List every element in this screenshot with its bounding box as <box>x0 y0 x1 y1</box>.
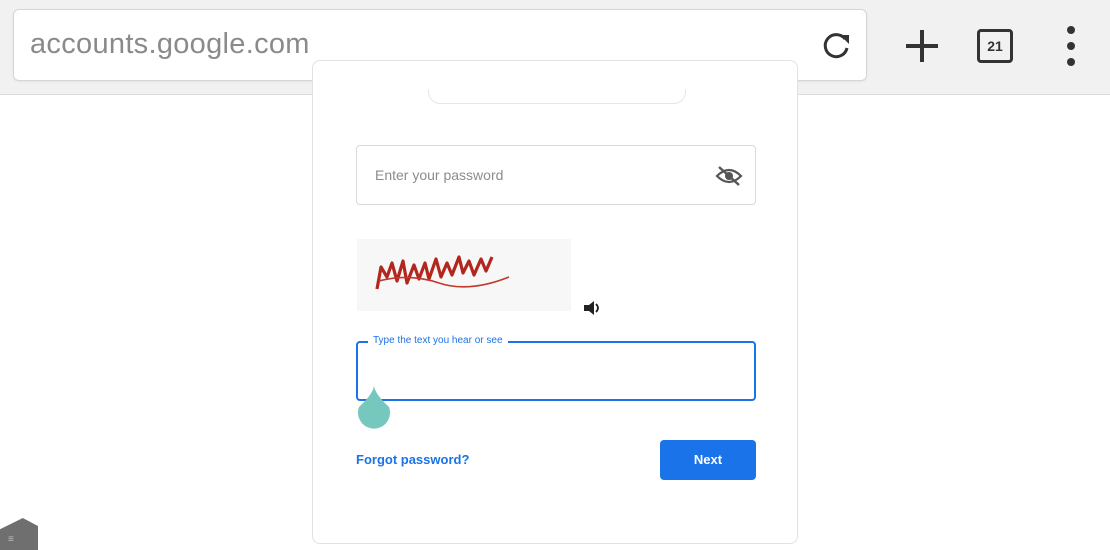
plus-icon[interactable] <box>902 26 942 66</box>
forgot-password-link[interactable]: Forgot password? <box>356 452 469 467</box>
account-chip[interactable] <box>428 89 686 104</box>
address-url[interactable]: accounts.google.com <box>30 28 310 61</box>
captcha-label: Type the text you hear or see <box>368 335 508 346</box>
tab-count: 21 <box>977 29 1013 63</box>
grip-icon: ≡ <box>8 534 14 545</box>
touch-indicator-icon <box>358 385 390 429</box>
signin-card: Enter your password Type the text you he… <box>312 60 798 544</box>
visibility-off-icon[interactable] <box>715 164 743 188</box>
reload-icon[interactable] <box>818 28 854 64</box>
speaker-icon[interactable] <box>582 299 602 317</box>
captcha-image <box>357 239 571 311</box>
password-field[interactable]: Enter your password <box>356 145 756 205</box>
captcha-input[interactable]: Type the text you hear or see <box>356 335 756 401</box>
password-placeholder: Enter your password <box>375 167 504 183</box>
more-vert-icon[interactable] <box>1058 22 1086 70</box>
next-button[interactable]: Next <box>660 440 756 480</box>
tab-switcher-button[interactable]: 21 <box>975 25 1019 69</box>
floating-widget-icon[interactable]: ≡ <box>0 518 38 550</box>
